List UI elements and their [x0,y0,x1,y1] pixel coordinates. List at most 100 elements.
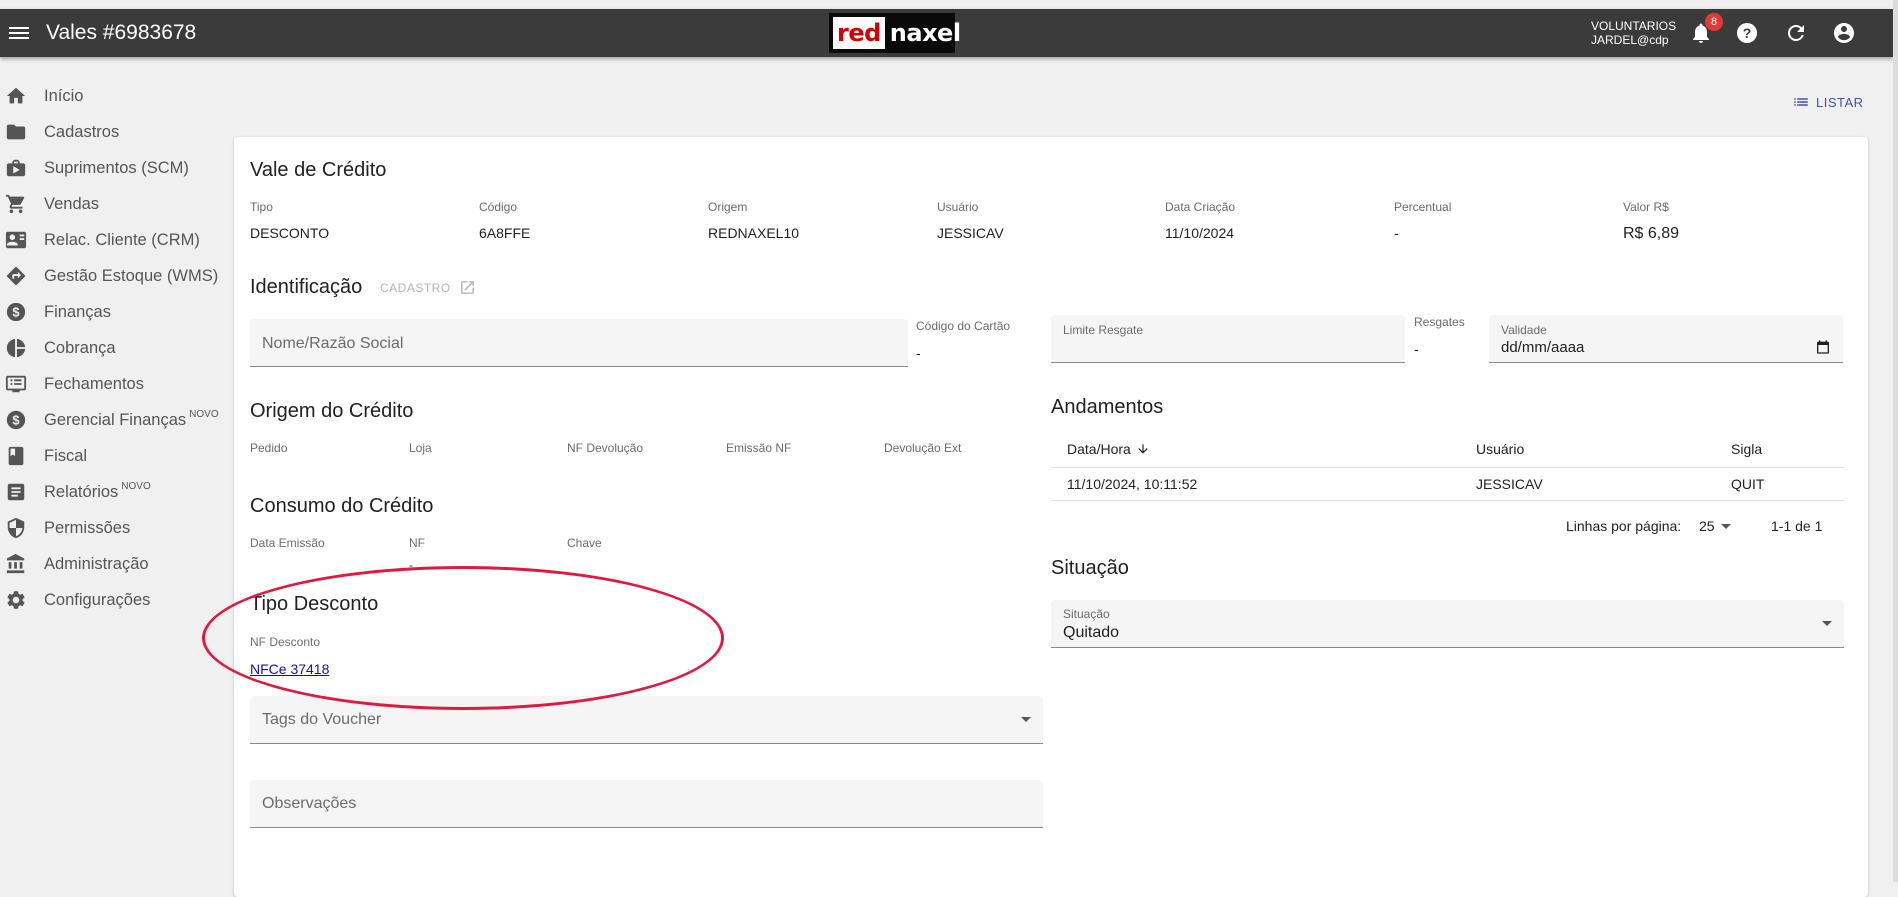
refresh-icon[interactable] [1784,21,1808,45]
dollar-circle-icon: $ [6,302,26,322]
account-circle-icon[interactable] [1832,21,1856,45]
sidebar-item-wms[interactable]: Gestão Estoque (WMS) [0,258,228,294]
usuario-value: JESSICAV [937,225,1004,241]
vale-card: Vale de Crédito Tipo DESCONTO Código 6A8… [234,137,1868,897]
codigo-cartao-value: - [916,345,921,361]
codigo-value: 6A8FFE [479,225,531,241]
sidebar-item-label: Início [44,86,84,105]
list-icon [1794,98,1808,106]
user-info[interactable]: VOLUNTARIOS JARDEL@cdp [1591,19,1676,47]
situacao-title: Situação [1051,557,1129,579]
nome-razao-social-input[interactable]: Nome/Razão Social [250,319,908,367]
validade-date-input[interactable]: Validade dd/mm/aaaa [1489,315,1843,363]
folder-icon [6,124,26,140]
book-icon [8,446,24,466]
listar-button[interactable]: LISTAR [1792,93,1864,111]
observacoes-input[interactable]: Observações [250,780,1043,828]
codigo-cartao-label: Código do Cartão [916,319,1011,333]
cadastro-link[interactable]: CADASTRO [380,279,476,296]
listar-label: LISTAR [1816,94,1864,110]
tipo-label: Tipo [250,200,273,214]
consumo-credito-title: Consumo do Crédito [250,495,434,517]
situacao-label: Situação [1063,607,1110,621]
origem-col-nf-devolucao: NF Devolução [567,441,644,455]
sidebar-item-vendas[interactable]: Vendas [0,186,228,222]
user-login: JARDEL@cdp [1591,33,1669,47]
sidebar-item-crm[interactable]: Relac. Cliente (CRM) [0,222,228,258]
sidebar-item-label: Fechamentos [44,374,144,393]
sidebar-item-fiscal[interactable]: Fiscal [0,438,228,474]
tags-voucher-select[interactable]: Tags do Voucher [250,696,1043,744]
calendar-icon[interactable] [1815,339,1831,355]
top-app-bar: Vales #6983678 red naxel VOLUNTARIOS JAR… [0,9,1893,57]
help-icon[interactable]: ? [1735,21,1759,45]
contact-card-icon [5,231,27,249]
tags-voucher-placeholder: Tags do Voucher [262,711,382,728]
nf-desconto-link[interactable]: NFCe 37418 [250,661,329,677]
data-criacao-label: Data Criação [1165,200,1236,214]
sidebar-item-label: Cadastros [44,122,120,141]
sidebar-item-label: Relac. Cliente (CRM) [44,230,200,249]
limite-resgate-input[interactable]: Limite Resgate [1051,315,1405,363]
cadastro-label: CADASTRO [380,280,451,295]
report-icon [7,483,25,501]
cart-icon [5,194,25,214]
new-badge: NOVO [189,408,219,420]
open-in-new-icon [460,281,474,294]
svg-text:?: ? [1743,25,1752,41]
rednaxel-logo[interactable]: red naxel [829,13,961,53]
sidebar-item-cobranca[interactable]: Cobrança [0,330,228,366]
sidebar-item-label: Vendas [44,194,100,213]
menu-icon[interactable] [9,24,29,42]
sidebar-item-administracao[interactable]: Administração [0,546,228,582]
identificacao-title: Identificação [250,276,363,298]
notification-badge: 8 [1705,13,1723,31]
consumo-col-data-emissao: Data Emissão [250,536,325,550]
valor-label: Valor R$ [1623,200,1669,214]
sidebar-item-permissoes[interactable]: Permissões [0,510,228,546]
nf-desconto-label: NF Desconto [250,635,321,649]
new-badge: NOVO [121,480,151,492]
sidebar-item-suprimentos[interactable]: Suprimentos (SCM) [0,150,228,186]
sidebar-item-label: Finanças [44,302,111,321]
sidebar-item-label: Gestão Estoque (WMS) [44,266,219,285]
origem-col-emissao-nf: Emissão NF [726,441,792,455]
rows-per-page-label: Linhas por página: [1566,518,1682,534]
origem-col-devolucao-ext: Devolução Ext [884,441,962,455]
sidebar-nav: Início Cadastros Suprimentos (SCM) Venda… [0,78,228,618]
sidebar-item-label: Permissões [44,518,131,537]
sidebar-item-configuracoes[interactable]: Configurações [0,582,228,618]
col-header-data-hora[interactable]: Data/Hora [1067,441,1150,457]
origem-value: REDNAXEL10 [708,225,800,241]
pagination-range: 1-1 de 1 [1771,518,1823,534]
origem-label: Origem [708,200,748,214]
arrow-down-icon [1138,444,1148,454]
logo-red-part: red [833,17,885,49]
rows-per-page-value: 25 [1699,518,1715,534]
andamentos-title: Andamentos [1051,396,1164,418]
rows-per-page-select[interactable]: 25 [1699,518,1739,536]
tipo-desconto-title: Tipo Desconto [250,593,379,615]
nome-razao-social-placeholder: Nome/Razão Social [262,335,404,352]
dollar-circle-icon: $ [6,410,26,430]
page-scrollbar[interactable] [1893,0,1898,882]
tipo-value: DESCONTO [250,225,330,241]
valor-value: R$ 6,89 [1623,225,1680,242]
sidebar-item-fechamentos[interactable]: Fechamentos [0,366,228,402]
dropdown-arrow-icon [1822,621,1832,626]
sidebar-item-label: Suprimentos (SCM) [44,158,189,177]
pie-chart-icon [6,338,26,358]
sidebar-item-inicio[interactable]: Início [0,78,228,114]
row-usuario: JESSICAV [1476,476,1543,492]
bank-icon [6,553,25,574]
sidebar-item-gerencial-financas[interactable]: $ Gerencial Finanças NOVO [0,402,228,438]
user-company: VOLUNTARIOS [1591,19,1677,33]
validade-value: dd/mm/aaaa [1501,339,1585,356]
shield-icon [7,517,25,539]
sidebar-item-financas[interactable]: $ Finanças [0,294,228,330]
situacao-select[interactable]: Situação Quitado [1051,600,1844,648]
sidebar-item-cadastros[interactable]: Cadastros [0,114,228,150]
gear-icon [7,591,25,609]
sidebar-item-relatorios[interactable]: Relatórios NOVO [0,474,228,510]
row-sigla: QUIT [1731,476,1765,492]
